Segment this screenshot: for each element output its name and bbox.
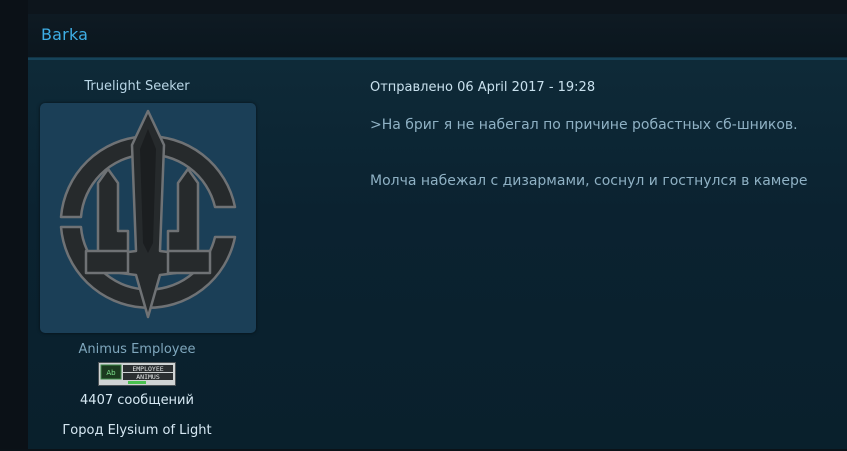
user-location: Город Elysium of Light <box>62 423 212 438</box>
avatar[interactable] <box>40 103 256 333</box>
trident-emblem-icon <box>59 109 237 319</box>
post-date: Отправлено 06 April 2017 - 19:28 <box>370 80 596 95</box>
post-content: Отправлено 06 April 2017 - 19:28 >На бри… <box>370 60 840 451</box>
author-panel: Truelight Seeker Animus Employee Ab EMPL… <box>28 60 256 451</box>
post-text-line: Молча набежал с дизармами, соснул и гост… <box>370 173 808 189</box>
badge-line1: EMPLOYEE <box>132 365 163 373</box>
post-header: Barka <box>28 14 847 58</box>
post-text-line: >На бриг я не набегал по причине робастн… <box>370 117 798 133</box>
top-strip <box>28 0 847 14</box>
employee-badge: Ab EMPLOYEE ANIMUS <box>98 362 176 386</box>
forum-page: Barka Truelight Seeker Animus Employee A… <box>0 0 847 449</box>
badge-line2: ANIMUS <box>136 373 160 381</box>
user-rank: Animus Employee <box>78 342 196 357</box>
svg-text:Ab: Ab <box>106 369 116 377</box>
author-name[interactable]: Truelight Seeker <box>28 79 246 94</box>
posts-count: 4407 сообщений <box>80 393 194 408</box>
post-body: Truelight Seeker Animus Employee Ab EMPL… <box>28 58 847 449</box>
post-title[interactable]: Barka <box>41 25 88 44</box>
